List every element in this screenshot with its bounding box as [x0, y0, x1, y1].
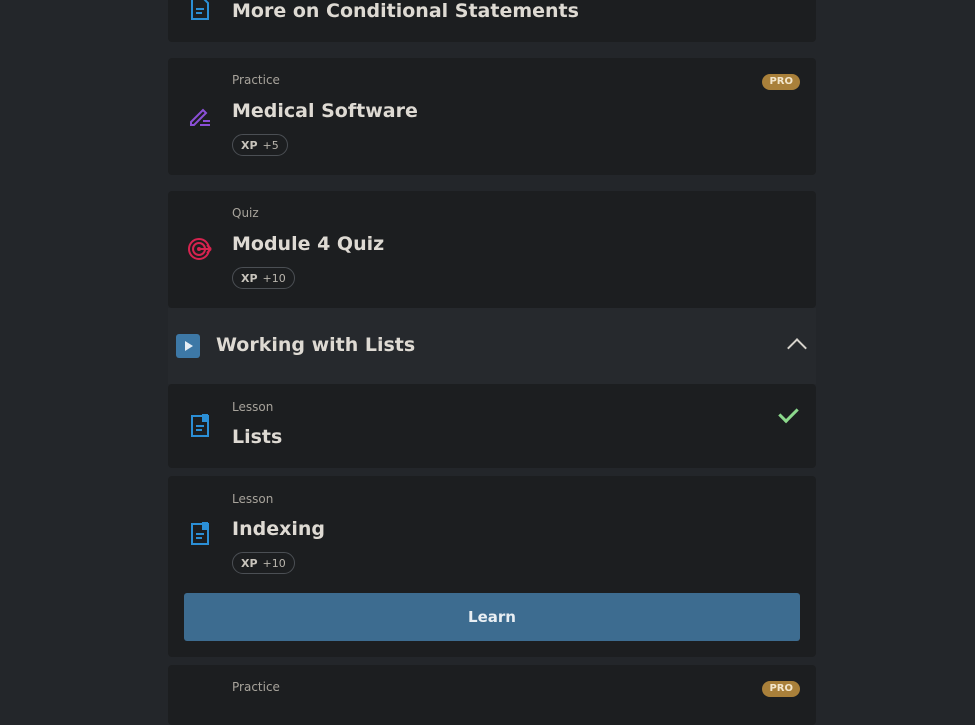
lesson-title: Lists [232, 426, 283, 448]
lesson-doc-icon [191, 0, 209, 20]
learn-button[interactable]: Learn [184, 593, 800, 641]
xp-label: XP [241, 138, 258, 152]
xp-badge: XP +5 [232, 134, 288, 156]
item-type-label: Practice [232, 73, 280, 87]
lesson-doc-icon [191, 414, 209, 437]
xp-value: +10 [262, 271, 286, 285]
xp-value: +5 [262, 138, 279, 152]
item-type-label: Quiz [232, 206, 259, 220]
lesson-card[interactable]: Lesson Lists [168, 384, 816, 468]
practice-card[interactable]: Practice PRO [168, 665, 816, 725]
quiz-title: Module 4 Quiz [232, 233, 385, 255]
xp-badge: XP +10 [232, 267, 295, 289]
lesson-card[interactable]: More on Conditional Statements [168, 0, 816, 42]
lesson-card[interactable]: Lesson Indexing XP +10 Learn [168, 476, 816, 657]
section-header[interactable]: Working with Lists [168, 308, 816, 384]
check-icon [778, 402, 799, 424]
practice-card[interactable]: Practice PRO Medical Software XP +5 [168, 58, 816, 175]
practice-title: Medical Software [232, 100, 418, 122]
lesson-title: More on Conditional Statements [232, 0, 579, 22]
target-icon [188, 238, 212, 260]
pencil-edit-icon [190, 108, 210, 126]
chevron-up-icon[interactable] [787, 338, 807, 358]
lesson-doc-icon [191, 522, 209, 545]
section-title: Working with Lists [216, 334, 416, 356]
quiz-card[interactable]: Quiz Module 4 Quiz XP +10 [168, 191, 816, 308]
pro-badge: PRO [762, 74, 800, 90]
lesson-title: Indexing [232, 518, 325, 540]
xp-value: +10 [262, 556, 286, 570]
item-type-label: Lesson [232, 400, 274, 414]
xp-label: XP [241, 271, 258, 285]
pro-badge: PRO [762, 681, 800, 697]
item-type-label: Lesson [232, 492, 274, 506]
play-icon [176, 334, 200, 358]
xp-label: XP [241, 556, 258, 570]
xp-badge: XP +10 [232, 552, 295, 574]
